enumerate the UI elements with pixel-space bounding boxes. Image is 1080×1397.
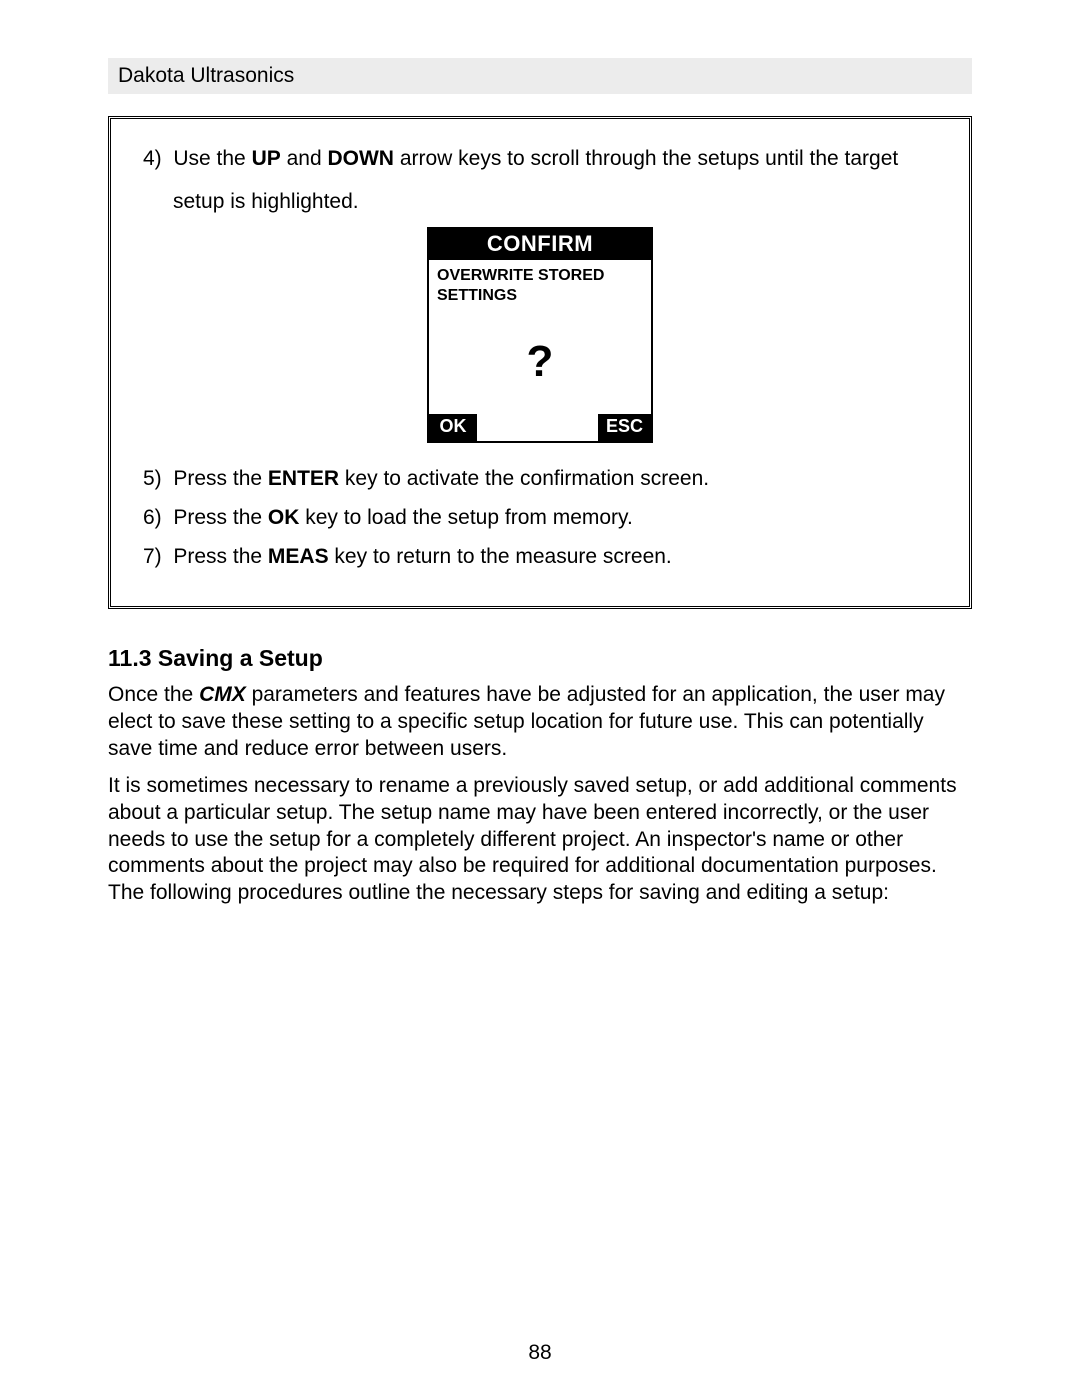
up-key: UP xyxy=(252,147,281,170)
step-5-t2: key to activate the confirmation screen. xyxy=(339,467,709,490)
company-name: Dakota Ultrasonics xyxy=(118,64,294,87)
step-7-t2: key to return to the measure screen. xyxy=(329,545,672,568)
esc-button[interactable]: ESC xyxy=(598,414,651,441)
step-5-num: 5) xyxy=(143,467,162,490)
step-4: 4) Use the UP and DOWN arrow keys to scr… xyxy=(143,137,947,223)
step-7: 7) Press the MEAS key to return to the m… xyxy=(143,535,947,578)
confirm-title: CONFIRM xyxy=(429,229,651,260)
header-bar: Dakota Ultrasonics xyxy=(108,58,972,94)
meas-key: MEAS xyxy=(268,545,329,568)
step-4-num: 4) xyxy=(143,147,162,170)
down-key: DOWN xyxy=(327,147,394,170)
step-4-mid: and xyxy=(281,147,328,170)
instruction-box: 4) Use the UP and DOWN arrow keys to scr… xyxy=(108,116,972,609)
step-4-t1: Use the xyxy=(173,147,251,170)
step-7-t1: Press the xyxy=(173,545,268,568)
paragraph-2: It is sometimes necessary to rename a pr… xyxy=(108,773,972,907)
step-6: 6) Press the OK key to load the setup fr… xyxy=(143,496,947,539)
para1-t1: Once the xyxy=(108,683,199,706)
device-name: CMX xyxy=(199,683,246,706)
step-6-t2: key to load the setup from memory. xyxy=(299,506,632,529)
paragraph-1: Once the CMX parameters and features hav… xyxy=(108,682,972,763)
page-number: 88 xyxy=(0,1341,1080,1365)
ok-button[interactable]: OK xyxy=(429,414,477,441)
step-7-num: 7) xyxy=(143,545,162,568)
step-5: 5) Press the ENTER key to activate the c… xyxy=(143,457,947,500)
enter-key: ENTER xyxy=(268,467,339,490)
step-6-t1: Press the xyxy=(173,506,268,529)
question-icon: ? xyxy=(527,340,554,384)
confirm-message: OVERWRITE STORED SETTINGS xyxy=(429,260,651,310)
ok-key: OK xyxy=(268,506,300,529)
step-6-num: 6) xyxy=(143,506,162,529)
confirm-screen: CONFIRM OVERWRITE STORED SETTINGS ? OK E… xyxy=(427,227,653,443)
section-heading: 11.3 Saving a Setup xyxy=(108,645,972,672)
step-5-t1: Press the xyxy=(173,467,268,490)
